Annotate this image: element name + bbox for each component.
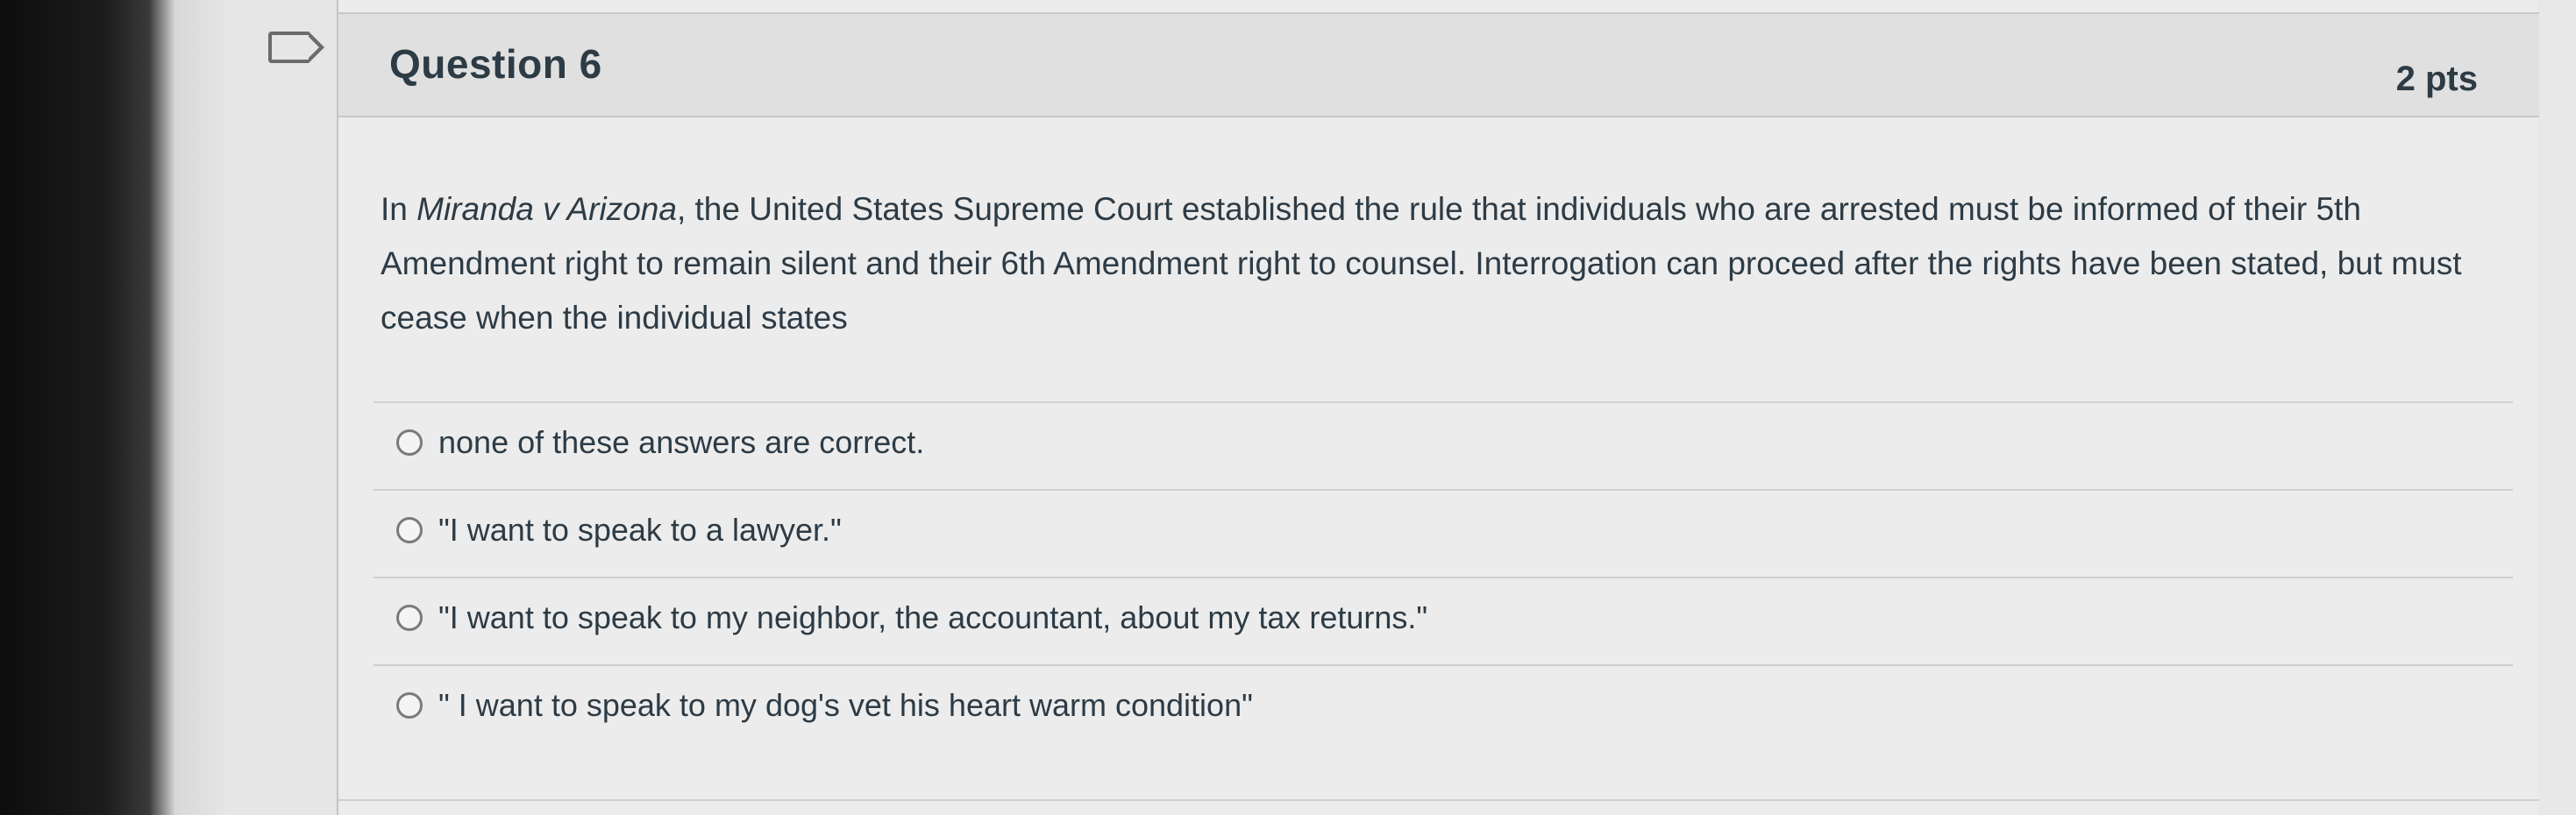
radio-unselected-icon[interactable] bbox=[396, 692, 423, 719]
answer-option-1[interactable]: none of these answers are correct. bbox=[374, 401, 2513, 489]
question-points: 2 pts bbox=[2395, 60, 2478, 98]
question-header: Question 6 2 pts bbox=[338, 12, 2539, 117]
bookmark-flag-icon[interactable] bbox=[268, 32, 324, 63]
answer-label[interactable]: none of these answers are correct. bbox=[438, 424, 924, 461]
answer-label[interactable]: " I want to speak to my dog's vet his he… bbox=[438, 687, 1253, 724]
answer-option-3[interactable]: "I want to speak to my neighbor, the acc… bbox=[374, 577, 2513, 664]
answer-label[interactable]: "I want to speak to a lawyer." bbox=[438, 512, 842, 549]
radio-unselected-icon[interactable] bbox=[396, 517, 423, 543]
case-name: Miranda v Arizona bbox=[416, 191, 677, 227]
question-body: In Miranda v Arizona, the United States … bbox=[381, 158, 2485, 345]
answer-list: none of these answers are correct. "I wa… bbox=[374, 401, 2513, 752]
answer-option-4[interactable]: " I want to speak to my dog's vet his he… bbox=[374, 664, 2513, 752]
radio-unselected-icon[interactable] bbox=[396, 429, 423, 456]
question-text-rest: , the United States Supreme Court establ… bbox=[381, 191, 2462, 336]
question-title: Question 6 bbox=[389, 41, 602, 87]
screen: Question 6 2 pts In Miranda v Arizona, t… bbox=[0, 0, 2576, 815]
card-divider bbox=[338, 799, 2539, 815]
answer-option-2[interactable]: "I want to speak to a lawyer." bbox=[374, 489, 2513, 577]
question-card: Question 6 2 pts In Miranda v Arizona, t… bbox=[337, 0, 2539, 815]
question-text-prefix: In bbox=[381, 191, 417, 227]
radio-unselected-icon[interactable] bbox=[396, 605, 423, 631]
question-text: In Miranda v Arizona, the United States … bbox=[381, 158, 2485, 345]
answer-label[interactable]: "I want to speak to my neighbor, the acc… bbox=[438, 599, 1427, 636]
